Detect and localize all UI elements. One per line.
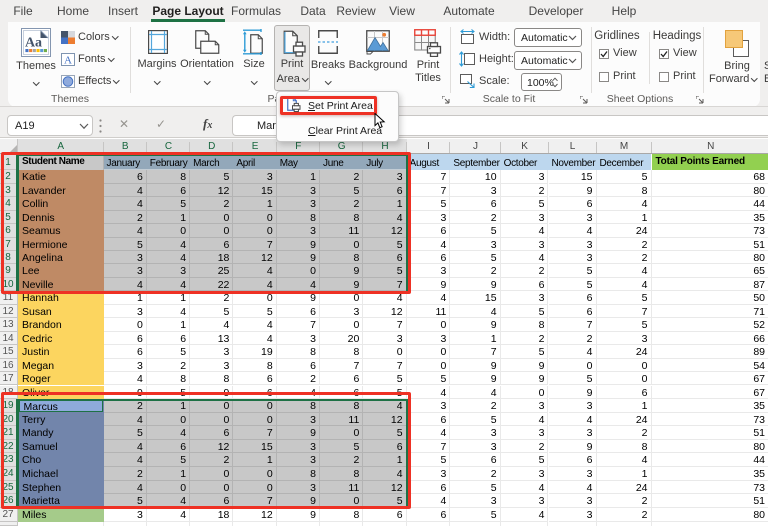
svg-text:Aa: Aa: [25, 36, 42, 51]
svg-text:A: A: [64, 55, 72, 67]
